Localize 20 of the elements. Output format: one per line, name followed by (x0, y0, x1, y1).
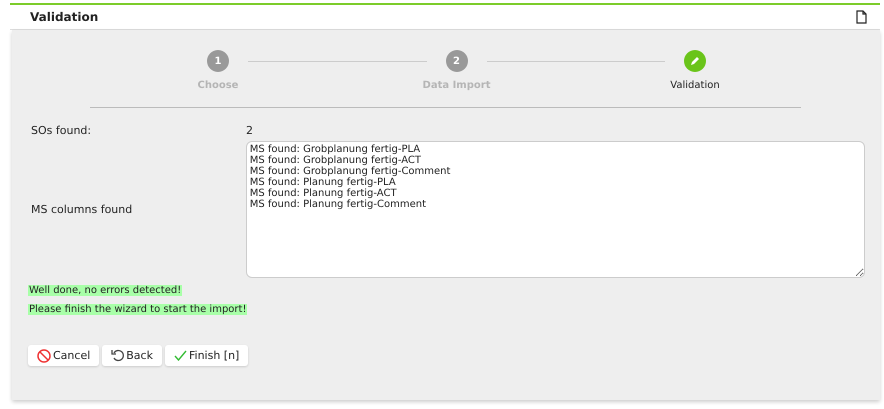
pencil-icon (690, 56, 700, 66)
prohibited-icon (37, 348, 51, 362)
back-button[interactable]: Back (102, 345, 162, 366)
step-label: Validation (670, 80, 720, 91)
cancel-button[interactable]: Cancel (28, 345, 100, 366)
undo-icon (111, 349, 124, 362)
text-area[interactable]: MS found: Grobplanung fertig-PLA MS found: Grobplanung fertig-ACT MS found: Grobplanung fertig-Comment MS found: Planung fertig-PLA MS found: Planung fertig-ACT MS found: Planung fertig-Comment (246, 141, 865, 278)
success-message: Please finish the wizard to start the import! (28, 304, 248, 315)
step-circle: 2 (446, 50, 468, 72)
step-circle: 1 (207, 50, 229, 72)
success-message: Well done, no errors detected! (28, 285, 182, 296)
check-icon (174, 350, 187, 361)
document-icon[interactable] (856, 10, 867, 24)
step-label: Data Import (422, 80, 490, 91)
step-label: Choose (198, 80, 238, 91)
field-label: MS columns found (30, 203, 134, 216)
finish-button[interactable]: Finish [n] (164, 345, 248, 366)
field-label: SOs found: (30, 124, 92, 137)
panel-title: Validation (30, 10, 98, 24)
field-value: 2 (246, 124, 253, 137)
